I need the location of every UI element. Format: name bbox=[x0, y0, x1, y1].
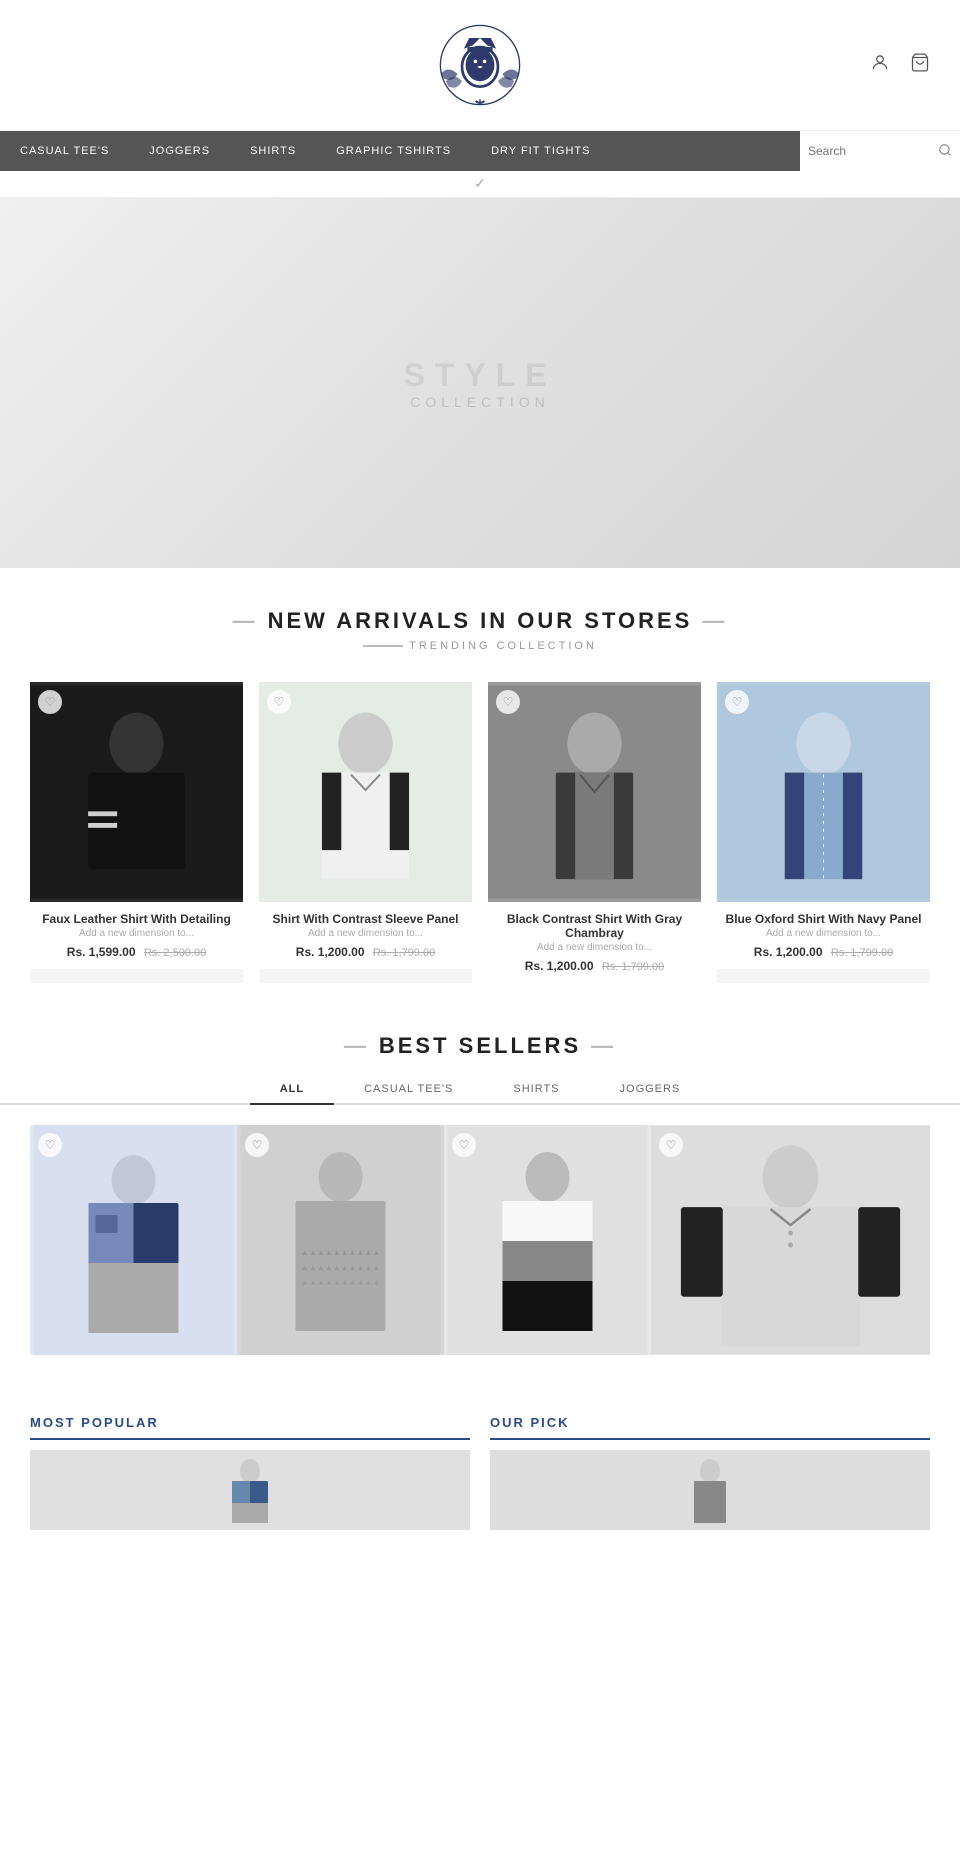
logo[interactable] bbox=[435, 20, 525, 110]
nav-item-shirts[interactable]: SHIRTS bbox=[230, 131, 316, 171]
product-info-1: Faux Leather Shirt With Detailing Add a … bbox=[30, 902, 243, 969]
product-info-2: Shirt With Contrast Sleeve Panel Add a n… bbox=[259, 902, 472, 969]
nav-bar: CASUAL TEE'S JOGGERS SHIRTS GRAPHIC TSHI… bbox=[0, 131, 960, 171]
search-icon[interactable] bbox=[938, 143, 952, 160]
trending-product-1[interactable]: ♡ Faux Leather Shirt With Detailing Add … bbox=[30, 682, 243, 983]
our-pick-col: OUR PICK bbox=[490, 1415, 930, 1530]
hero-banner: STYLE COLLECTION bbox=[0, 198, 960, 568]
best-sellers-product-grid: ♡ ♡ bbox=[0, 1105, 960, 1375]
bs-product-4[interactable]: ♡ bbox=[651, 1125, 930, 1355]
bs-image-2: ♡ ▲▲▲▲▲▲▲▲▲▲ ▲▲▲▲▲▲▲▲▲▲ ▲▲▲▲▲▲▲▲▲▲ bbox=[237, 1125, 444, 1355]
most-popular-img-1[interactable] bbox=[30, 1450, 470, 1530]
tab-joggers[interactable]: JOGGERS bbox=[590, 1075, 711, 1105]
bs-wishlist-btn-1[interactable]: ♡ bbox=[38, 1133, 62, 1157]
tab-casual-tees[interactable]: CASUAL TEE'S bbox=[334, 1075, 483, 1105]
hero-banner-bg-text: STYLE bbox=[403, 357, 556, 394]
tab-shirts[interactable]: SHIRTS bbox=[483, 1075, 589, 1105]
nav-item-dry-fit-tights[interactable]: DRY FIT TIGHTS bbox=[471, 131, 610, 171]
product-price-3: Rs. 1,200.00 Rs. 1,799.00 bbox=[496, 959, 693, 973]
trending-product-2[interactable]: ♡ Shirt With Contrast Sleeve Panel Add a… bbox=[259, 682, 472, 983]
header bbox=[0, 0, 960, 131]
most-popular-images bbox=[30, 1450, 470, 1530]
nav-search bbox=[800, 131, 960, 171]
product-image-4 bbox=[717, 682, 930, 902]
our-pick-img-1[interactable] bbox=[490, 1450, 930, 1530]
logo-svg bbox=[435, 20, 525, 110]
tab-all[interactable]: ALL bbox=[250, 1075, 334, 1105]
product-name-4: Blue Oxford Shirt With Navy Panel bbox=[725, 912, 922, 926]
trending-product-4[interactable]: ♡ Blue Oxford Shirt With Navy Panel Add … bbox=[717, 682, 930, 983]
product-name-2: Shirt With Contrast Sleeve Panel bbox=[267, 912, 464, 926]
product-name-1: Faux Leather Shirt With Detailing bbox=[38, 912, 235, 926]
product-info-3: Black Contrast Shirt With Gray Chambray … bbox=[488, 902, 701, 983]
product-image-1 bbox=[30, 682, 243, 902]
wishlist-btn-1[interactable]: ♡ bbox=[38, 690, 62, 714]
nav-items: CASUAL TEE'S JOGGERS SHIRTS GRAPHIC TSHI… bbox=[0, 131, 800, 171]
product-subtitle-4: Add a new dimension to... bbox=[725, 928, 922, 939]
trending-section-title-area: NEW ARRIVALS IN OUR STORES TRENDING COLL… bbox=[0, 568, 960, 662]
trending-section-title: NEW ARRIVALS IN OUR STORES bbox=[0, 608, 960, 634]
product-price-1: Rs. 1,599.00 Rs. 2,500.00 bbox=[38, 945, 235, 959]
most-popular-title: MOST POPULAR bbox=[30, 1415, 470, 1440]
product-image-2 bbox=[259, 682, 472, 902]
trending-products-area: ♡ Faux Leather Shirt With Detailing Add … bbox=[0, 662, 960, 1003]
bs-product-3[interactable]: ♡ bbox=[444, 1125, 651, 1355]
bs-wishlist-btn-2[interactable]: ♡ bbox=[245, 1133, 269, 1157]
svg-text:▲▲▲▲▲▲▲▲▲▲: ▲▲▲▲▲▲▲▲▲▲ bbox=[301, 1278, 380, 1287]
bottom-sections: MOST POPULAR OUR PICK bbox=[0, 1385, 960, 1540]
trending-product-grid: ♡ Faux Leather Shirt With Detailing Add … bbox=[30, 682, 930, 983]
bs-image-3: ♡ bbox=[444, 1125, 651, 1355]
best-sellers-title: BEST SELLERS bbox=[0, 1033, 960, 1059]
bs-product-2[interactable]: ♡ ▲▲▲▲▲▲▲▲▲▲ ▲▲▲▲▲▲▲▲▲▲ ▲▲▲▲▲▲▲▲▲▲ bbox=[237, 1125, 444, 1355]
bs-wishlist-btn-4[interactable]: ♡ bbox=[659, 1133, 683, 1157]
bs-product-1[interactable]: ♡ bbox=[30, 1125, 237, 1355]
our-pick-title: OUR PICK bbox=[490, 1415, 930, 1440]
product-image-3 bbox=[488, 682, 701, 902]
trending-product-3[interactable]: ♡ Black Contrast Shirt With Gray Chambra… bbox=[488, 682, 701, 983]
most-popular-col: MOST POPULAR bbox=[30, 1415, 470, 1530]
nav-item-joggers[interactable]: JOGGERS bbox=[129, 131, 230, 171]
product-price-4: Rs. 1,200.00 Rs. 1,799.00 bbox=[725, 945, 922, 959]
product-subtitle-2: Add a new dimension to... bbox=[267, 928, 464, 939]
hero-banner-sub-bg-text: COLLECTION bbox=[410, 394, 549, 410]
product-price-2: Rs. 1,200.00 Rs. 1,799.00 bbox=[267, 945, 464, 959]
header-icons bbox=[870, 53, 930, 78]
svg-text:▲▲▲▲▲▲▲▲▲▲: ▲▲▲▲▲▲▲▲▲▲ bbox=[301, 1263, 380, 1272]
product-subtitle-1: Add a new dimension to... bbox=[38, 928, 235, 939]
nav-item-casual-tees[interactable]: CASUAL TEE'S bbox=[0, 131, 129, 171]
bs-wishlist-btn-3[interactable]: ♡ bbox=[452, 1133, 476, 1157]
product-info-4: Blue Oxford Shirt With Navy Panel Add a … bbox=[717, 902, 930, 969]
bs-image-4: ♡ bbox=[651, 1125, 930, 1355]
bottom-spacer bbox=[0, 1540, 960, 1620]
best-sellers-section: BEST SELLERS ALL CASUAL TEE'S SHIRTS JOG… bbox=[0, 1003, 960, 1385]
user-icon[interactable] bbox=[870, 53, 890, 78]
our-pick-images bbox=[490, 1450, 930, 1530]
wishlist-btn-2[interactable]: ♡ bbox=[267, 690, 291, 714]
wishlist-btn-3[interactable]: ♡ bbox=[496, 690, 520, 714]
sub-nav-indicator: ✓ bbox=[474, 175, 486, 191]
nav-item-graphic-tshirts[interactable]: GRAPHIC TSHIRTS bbox=[316, 131, 471, 171]
search-input[interactable] bbox=[808, 144, 938, 158]
wishlist-btn-4[interactable]: ♡ bbox=[725, 690, 749, 714]
svg-text:▲▲▲▲▲▲▲▲▲▲: ▲▲▲▲▲▲▲▲▲▲ bbox=[301, 1248, 380, 1257]
bs-image-1: ♡ bbox=[30, 1125, 237, 1355]
trending-section-subtitle: TRENDING COLLECTION bbox=[0, 640, 960, 652]
cart-icon[interactable] bbox=[910, 53, 930, 78]
best-sellers-tabs: ALL CASUAL TEE'S SHIRTS JOGGERS bbox=[0, 1075, 960, 1105]
product-subtitle-3: Add a new dimension to... bbox=[496, 942, 693, 953]
product-name-3: Black Contrast Shirt With Gray Chambray bbox=[496, 912, 693, 940]
